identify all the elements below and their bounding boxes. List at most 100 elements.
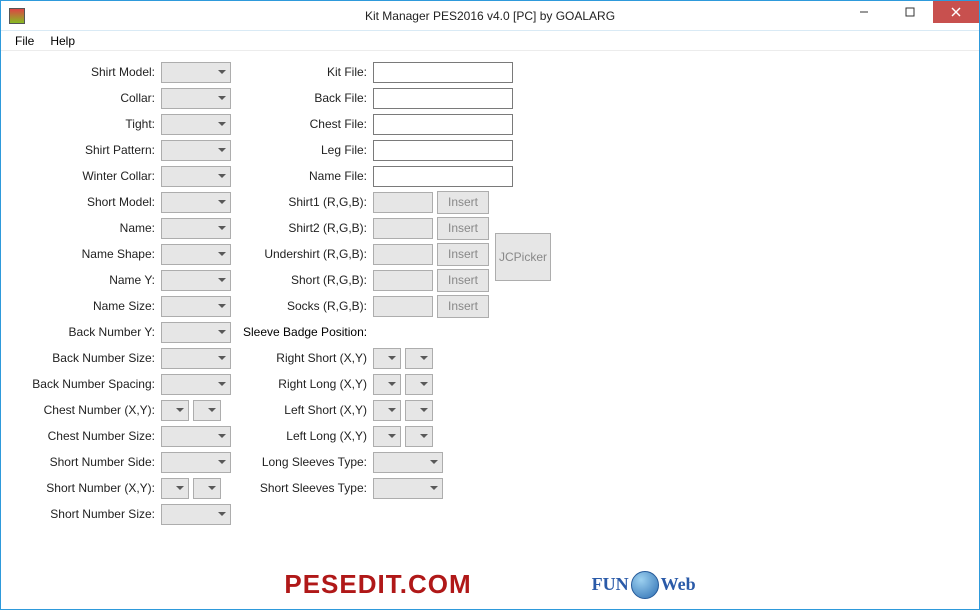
short-model-combo[interactable] [161, 192, 231, 213]
chevron-down-icon [218, 304, 226, 308]
shirt1-insert-button[interactable]: Insert [437, 191, 489, 214]
left-long-xy-label: Left Long (X,Y) [241, 429, 373, 443]
name-y-combo[interactable] [161, 270, 231, 291]
right-short-x-combo[interactable] [373, 348, 401, 369]
menubar: File Help [1, 31, 979, 51]
name-combo[interactable] [161, 218, 231, 239]
close-button[interactable] [933, 1, 979, 23]
shirt-model-label: Shirt Model: [11, 65, 161, 79]
long-sleeves-type-combo[interactable] [373, 452, 443, 473]
short-number-side-combo[interactable] [161, 452, 231, 473]
short-number-size-label: Short Number Size: [11, 507, 161, 521]
logos: PESEDIT.COM FUN Web [0, 569, 980, 600]
chevron-down-icon [420, 356, 428, 360]
collar-combo[interactable] [161, 88, 231, 109]
name-file-input[interactable] [373, 166, 513, 187]
socks-rgb-label: Socks (R,G,B): [241, 299, 373, 313]
shirt2-insert-button[interactable]: Insert [437, 217, 489, 240]
window-title: Kit Manager PES2016 v4.0 [PC] by GOALARG [1, 9, 979, 23]
short-sleeves-type-combo[interactable] [373, 478, 443, 499]
chevron-down-icon [208, 486, 216, 490]
left-long-x-combo[interactable] [373, 426, 401, 447]
name-size-combo[interactable] [161, 296, 231, 317]
leg-file-input[interactable] [373, 140, 513, 161]
socks-insert-button[interactable]: Insert [437, 295, 489, 318]
collar-label: Collar: [11, 91, 161, 105]
short-number-x-combo[interactable] [161, 478, 189, 499]
chevron-down-icon [208, 408, 216, 412]
long-sleeves-type-label: Long Sleeves Type: [241, 455, 373, 469]
name-shape-label: Name Shape: [11, 247, 161, 261]
chevron-down-icon [218, 434, 226, 438]
window-controls [841, 1, 979, 23]
short-model-label: Short Model: [11, 195, 161, 209]
globe-icon [631, 571, 659, 599]
short-number-y-combo[interactable] [193, 478, 221, 499]
jcpicker-button[interactable]: JCPicker [495, 233, 551, 281]
short-sleeves-type-label: Short Sleeves Type: [241, 481, 373, 495]
shirt1-rgb-input[interactable] [373, 192, 433, 213]
undershirt-rgb-input[interactable] [373, 244, 433, 265]
back-number-size-combo[interactable] [161, 348, 231, 369]
undershirt-insert-button[interactable]: Insert [437, 243, 489, 266]
name-file-label: Name File: [241, 169, 373, 183]
chevron-down-icon [218, 226, 226, 230]
shirt2-rgb-label: Shirt2 (R,G,B): [241, 221, 373, 235]
chest-number-size-label: Chest Number Size: [11, 429, 161, 443]
chevron-down-icon [218, 70, 226, 74]
chest-number-y-combo[interactable] [193, 400, 221, 421]
name-label: Name: [11, 221, 161, 235]
shirt-model-combo[interactable] [161, 62, 231, 83]
right-short-y-combo[interactable] [405, 348, 433, 369]
back-number-spacing-label: Back Number Spacing: [11, 377, 161, 391]
right-long-x-combo[interactable] [373, 374, 401, 395]
left-long-y-combo[interactable] [405, 426, 433, 447]
right-long-xy-label: Right Long (X,Y) [241, 377, 373, 391]
chevron-down-icon [218, 148, 226, 152]
fun-text: FUN [592, 574, 629, 595]
socks-rgb-input[interactable] [373, 296, 433, 317]
shirt-pattern-combo[interactable] [161, 140, 231, 161]
chevron-down-icon [176, 408, 184, 412]
undershirt-rgb-label: Undershirt (R,G,B): [241, 247, 373, 261]
short-insert-button[interactable]: Insert [437, 269, 489, 292]
minimize-button[interactable] [841, 1, 887, 23]
short-rgb-label: Short (R,G,B): [241, 273, 373, 287]
chevron-down-icon [430, 486, 438, 490]
funweb-logo: FUN Web [592, 571, 696, 599]
name-shape-combo[interactable] [161, 244, 231, 265]
short-number-xy-label: Short Number (X,Y): [11, 481, 161, 495]
chevron-down-icon [218, 460, 226, 464]
chevron-down-icon [388, 434, 396, 438]
kit-file-input[interactable] [373, 62, 513, 83]
chevron-down-icon [388, 382, 396, 386]
leg-file-label: Leg File: [241, 143, 373, 157]
chevron-down-icon [388, 408, 396, 412]
back-number-y-combo[interactable] [161, 322, 231, 343]
chevron-down-icon [218, 382, 226, 386]
winter-collar-combo[interactable] [161, 166, 231, 187]
shirt2-rgb-input[interactable] [373, 218, 433, 239]
short-number-side-label: Short Number Side: [11, 455, 161, 469]
shirt1-rgb-label: Shirt1 (R,G,B): [241, 195, 373, 209]
menu-file[interactable]: File [7, 32, 42, 50]
chevron-down-icon [218, 96, 226, 100]
chevron-down-icon [218, 174, 226, 178]
tight-combo[interactable] [161, 114, 231, 135]
winter-collar-label: Winter Collar: [11, 169, 161, 183]
chest-number-x-combo[interactable] [161, 400, 189, 421]
back-number-spacing-combo[interactable] [161, 374, 231, 395]
chest-number-size-combo[interactable] [161, 426, 231, 447]
right-column: Kit File: Back File: Chest File: Leg Fil… [241, 59, 551, 527]
maximize-button[interactable] [887, 1, 933, 23]
right-long-y-combo[interactable] [405, 374, 433, 395]
left-short-y-combo[interactable] [405, 400, 433, 421]
menu-help[interactable]: Help [42, 32, 83, 50]
app-icon [9, 8, 25, 24]
left-short-x-combo[interactable] [373, 400, 401, 421]
short-number-size-combo[interactable] [161, 504, 231, 525]
chest-file-input[interactable] [373, 114, 513, 135]
short-rgb-input[interactable] [373, 270, 433, 291]
back-file-input[interactable] [373, 88, 513, 109]
back-number-size-label: Back Number Size: [11, 351, 161, 365]
